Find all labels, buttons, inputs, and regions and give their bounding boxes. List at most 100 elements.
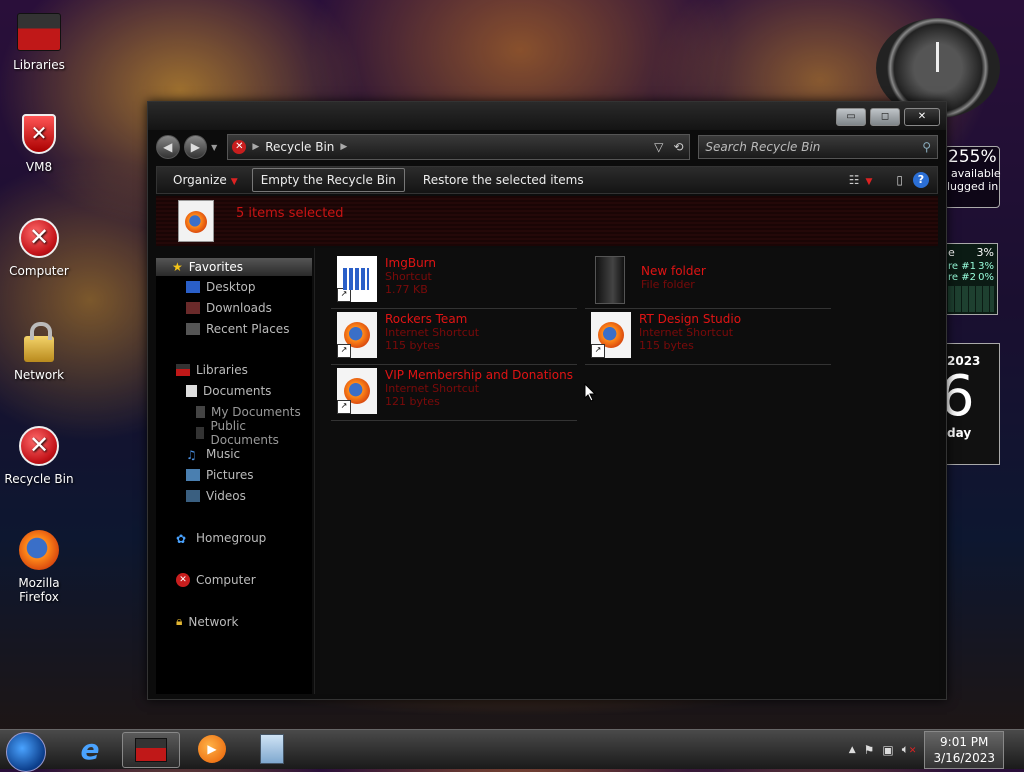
show-hidden-icons-icon[interactable]: ▲ — [849, 745, 856, 755]
firefox-icon: ↗ — [337, 368, 377, 414]
nav-homegroup[interactable]: ✿ Homegroup — [156, 527, 312, 548]
chevron-down-icon: ▼ — [230, 177, 238, 187]
breadcrumb-recycle-bin[interactable]: Recycle Bin — [265, 140, 334, 154]
file-item-rockers-team[interactable]: ↗ Rockers Team Internet Shortcut 115 byt… — [331, 312, 577, 365]
nav-recent-places[interactable]: Recent Places — [156, 318, 312, 339]
star-icon: ★ — [172, 260, 183, 274]
firefox-icon: ↗ — [591, 312, 631, 358]
nav-libraries-label: Libraries — [196, 362, 248, 377]
nav-homegroup-label: Homegroup — [196, 530, 267, 545]
file-type: Internet Shortcut — [385, 382, 480, 395]
battery-plug: lugged in — [947, 180, 999, 193]
cpu-gadget[interactable]: e 3% re #1 3% re #2 0% — [944, 243, 998, 315]
taskbar-ie-button[interactable]: e — [62, 732, 118, 766]
desktop-icon-recycle-bin[interactable]: ✕ Recycle Bin — [1, 424, 77, 486]
nav-videos[interactable]: Videos — [156, 485, 312, 506]
view-options-icon[interactable]: ☷ ▼ — [849, 173, 873, 187]
taskbar-explorer-button[interactable] — [122, 732, 180, 768]
media-player-icon: ▶ — [198, 735, 226, 763]
core1-value: 3% — [978, 261, 994, 272]
empty-recycle-bin-button[interactable]: Empty the Recycle Bin — [251, 168, 405, 192]
taskbar: e ▶ ▲ ⚑ ▣ 🔈︎✕ 9:01 PM 3/16/2023 — [0, 729, 1024, 772]
file-item-vip-membership[interactable]: ↗ VIP Membership and Donations Internet … — [331, 368, 577, 421]
computer-icon: ✕ — [19, 218, 59, 258]
file-type: File folder — [641, 278, 695, 291]
desktop-icon-network[interactable]: Network — [1, 320, 77, 382]
close-button[interactable]: ✕ — [904, 108, 940, 126]
history-dropdown-icon[interactable]: ▼ — [211, 143, 217, 152]
nav-favorites-label: Favorites — [188, 260, 243, 274]
file-size: 115 bytes — [385, 339, 440, 352]
shortcut-arrow-icon: ↗ — [337, 400, 351, 414]
nav-desktop[interactable]: Desktop — [156, 276, 312, 297]
cpu-total: 3% — [976, 246, 994, 259]
desktop-icon-computer[interactable]: ✕ Computer — [1, 216, 77, 278]
search-box[interactable]: Search Recycle Bin ⚲ — [698, 135, 938, 159]
nav-downloads[interactable]: Downloads — [156, 297, 312, 318]
shield-icon: ✕ — [22, 114, 56, 154]
taskbar-media-player-button[interactable]: ▶ — [184, 732, 240, 766]
forward-button[interactable]: ▶ — [183, 135, 208, 159]
desktop-icon-label: Network — [13, 368, 65, 382]
desktop-icon-firefox[interactable]: Mozilla Firefox — [1, 528, 77, 604]
core1-label: re #1 — [948, 261, 976, 272]
computer-icon: ✕ — [176, 572, 190, 587]
breadcrumb-arrow-icon[interactable]: ▶ — [252, 142, 259, 152]
desktop-icon-vm8[interactable]: ✕ VM8 — [1, 112, 77, 174]
nav-network-label: Network — [188, 614, 239, 629]
maximize-button[interactable]: ◻ — [870, 108, 900, 126]
calendar-gadget[interactable]: 2023 6 day — [939, 343, 1000, 465]
file-item-new-folder[interactable]: New folder File folder — [585, 256, 831, 309]
restore-items-button[interactable]: Restore the selected items — [415, 169, 592, 191]
nav-network[interactable]: 🔒︎ Network — [156, 611, 312, 632]
core2-label: re #2 — [948, 272, 976, 283]
address-bar[interactable]: ✕ ▶ Recycle Bin ▶ ▽ ⟲ — [227, 134, 691, 160]
file-item-imgburn[interactable]: ↗ ImgBurn Shortcut 1.77 KB — [331, 256, 577, 309]
nav-public-documents[interactable]: Public Documents — [156, 419, 312, 447]
battery-percent: 255% — [948, 147, 997, 167]
help-icon[interactable]: ? — [913, 172, 929, 188]
system-clock[interactable]: 9:01 PM 3/16/2023 — [924, 730, 1004, 769]
libraries-icon — [176, 363, 190, 376]
refresh-icon[interactable]: ⟲ — [673, 140, 683, 154]
nav-documents-label: Documents — [203, 383, 272, 398]
system-tray: ▲ ⚑ ▣ 🔈︎✕ 9:01 PM 3/16/2023 — [849, 730, 1024, 769]
nav-my-documents-label: My Documents — [211, 404, 301, 419]
volume-muted-icon[interactable]: 🔈︎✕ — [902, 742, 917, 757]
nav-documents[interactable]: Documents — [156, 380, 312, 401]
preview-pane-icon[interactable]: ▯ — [896, 173, 903, 187]
folder-icon — [595, 256, 625, 304]
navigation-pane: ★ Favorites Desktop Downloads Recent Pla… — [156, 258, 312, 694]
file-type: Internet Shortcut — [639, 326, 734, 339]
nav-videos-label: Videos — [206, 488, 246, 503]
organize-button[interactable]: Organize ▼ — [165, 169, 246, 191]
lock-icon — [24, 322, 54, 362]
file-list[interactable]: ↗ ImgBurn Shortcut 1.77 KB New folder Fi… — [314, 248, 939, 694]
start-button[interactable] — [6, 732, 46, 772]
search-icon[interactable]: ⚲ — [922, 140, 931, 154]
nav-libraries[interactable]: Libraries — [156, 359, 312, 380]
downloads-icon — [186, 301, 200, 314]
libraries-icon — [17, 13, 61, 51]
battery-gadget[interactable]: 255% available lugged in — [944, 146, 1001, 208]
imgburn-icon: ↗ — [337, 256, 377, 302]
file-name: Rockers Team — [385, 312, 468, 326]
minimize-button[interactable]: ▭ — [836, 108, 866, 126]
address-dropdown-icon[interactable]: ▽ — [654, 140, 663, 154]
organize-label: Organize — [173, 173, 227, 187]
shortcut-arrow-icon: ↗ — [591, 344, 605, 358]
file-item-rt-design-studio[interactable]: ↗ RT Design Studio Internet Shortcut 115… — [585, 312, 831, 365]
nav-favorites[interactable]: ★ Favorites — [156, 258, 312, 276]
folder-icon — [196, 426, 205, 439]
desktop-icon-libraries[interactable]: Libraries — [1, 10, 77, 72]
taskbar-notepad-button[interactable] — [244, 732, 300, 766]
nav-computer[interactable]: ✕ Computer — [156, 569, 312, 590]
back-button[interactable]: ◀ — [156, 135, 180, 159]
title-bar[interactable]: ▭ ◻ ✕ — [148, 102, 946, 130]
desktop-icon — [186, 280, 200, 293]
search-input[interactable]: Search Recycle Bin — [705, 140, 820, 154]
breadcrumb-arrow-icon[interactable]: ▶ — [340, 142, 347, 152]
action-center-flag-icon[interactable]: ⚑ — [864, 743, 875, 757]
network-tray-icon[interactable]: ▣ — [882, 743, 893, 757]
nav-pictures[interactable]: Pictures — [156, 464, 312, 485]
